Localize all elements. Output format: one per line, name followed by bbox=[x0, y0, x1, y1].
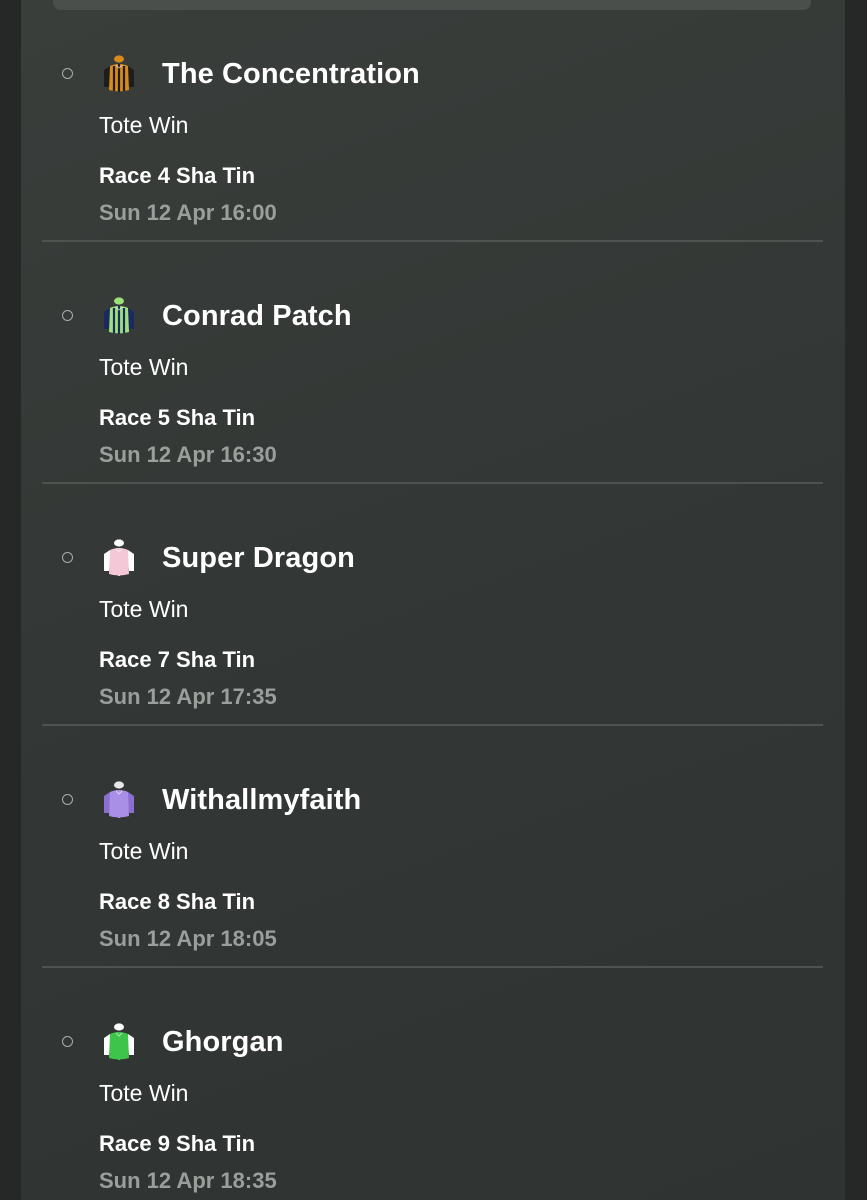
race-time: Sun 12 Apr 16:30 bbox=[99, 442, 277, 467]
selection-row: Withallmyfaith Tote Win Race 8 Sha Tin S… bbox=[21, 744, 845, 986]
jockey-silk-icon bbox=[104, 781, 134, 818]
runner-name: Super Dragon bbox=[162, 542, 355, 574]
market-type: Tote Win bbox=[99, 838, 189, 864]
runner-name: Withallmyfaith bbox=[162, 784, 362, 816]
selection-row: Ghorgan Tote Win Race 9 Sha Tin Sun 12 A… bbox=[21, 986, 845, 1200]
selection-radio-button[interactable] bbox=[62, 794, 73, 805]
panel-header-edge bbox=[53, 0, 811, 10]
market-type: Tote Win bbox=[99, 1080, 189, 1106]
selection-row: Super Dragon Tote Win Race 7 Sha Tin Sun… bbox=[21, 502, 845, 744]
selection-radio-button[interactable] bbox=[62, 68, 73, 79]
bet-selections-panel: The Concentration Tote Win Race 4 Sha Ti… bbox=[21, 0, 845, 1200]
race-info: Race 8 Sha Tin bbox=[99, 889, 256, 914]
runner-name: Ghorgan bbox=[162, 1026, 284, 1058]
market-type: Tote Win bbox=[99, 112, 189, 138]
race-time: Sun 12 Apr 16:00 bbox=[99, 200, 277, 225]
market-type: Tote Win bbox=[99, 596, 189, 622]
row-divider bbox=[42, 482, 823, 484]
race-info: Race 4 Sha Tin bbox=[99, 163, 256, 188]
market-type: Tote Win bbox=[99, 354, 189, 380]
selection-row: Conrad Patch Tote Win Race 5 Sha Tin Sun… bbox=[21, 260, 845, 502]
row-divider bbox=[42, 966, 823, 968]
selection-radio-button[interactable] bbox=[62, 1036, 73, 1047]
race-time: Sun 12 Apr 18:35 bbox=[99, 1168, 277, 1193]
selection-row: The Concentration Tote Win Race 4 Sha Ti… bbox=[21, 18, 845, 260]
selection-radio-button[interactable] bbox=[62, 310, 73, 321]
selection-radio-button[interactable] bbox=[62, 552, 73, 563]
race-info: Race 5 Sha Tin bbox=[99, 405, 256, 430]
race-info: Race 7 Sha Tin bbox=[99, 647, 256, 672]
jockey-silk-icon bbox=[104, 297, 134, 334]
runner-name: Conrad Patch bbox=[162, 300, 352, 332]
race-info: Race 9 Sha Tin bbox=[99, 1131, 256, 1156]
jockey-silk-icon bbox=[104, 539, 134, 576]
race-time: Sun 12 Apr 18:05 bbox=[99, 926, 277, 951]
row-divider bbox=[42, 724, 823, 726]
jockey-silk-icon bbox=[104, 55, 134, 92]
row-divider bbox=[42, 240, 823, 242]
race-time: Sun 12 Apr 17:35 bbox=[99, 684, 277, 709]
jockey-silk-icon bbox=[104, 1023, 134, 1060]
runner-name: The Concentration bbox=[162, 58, 420, 90]
